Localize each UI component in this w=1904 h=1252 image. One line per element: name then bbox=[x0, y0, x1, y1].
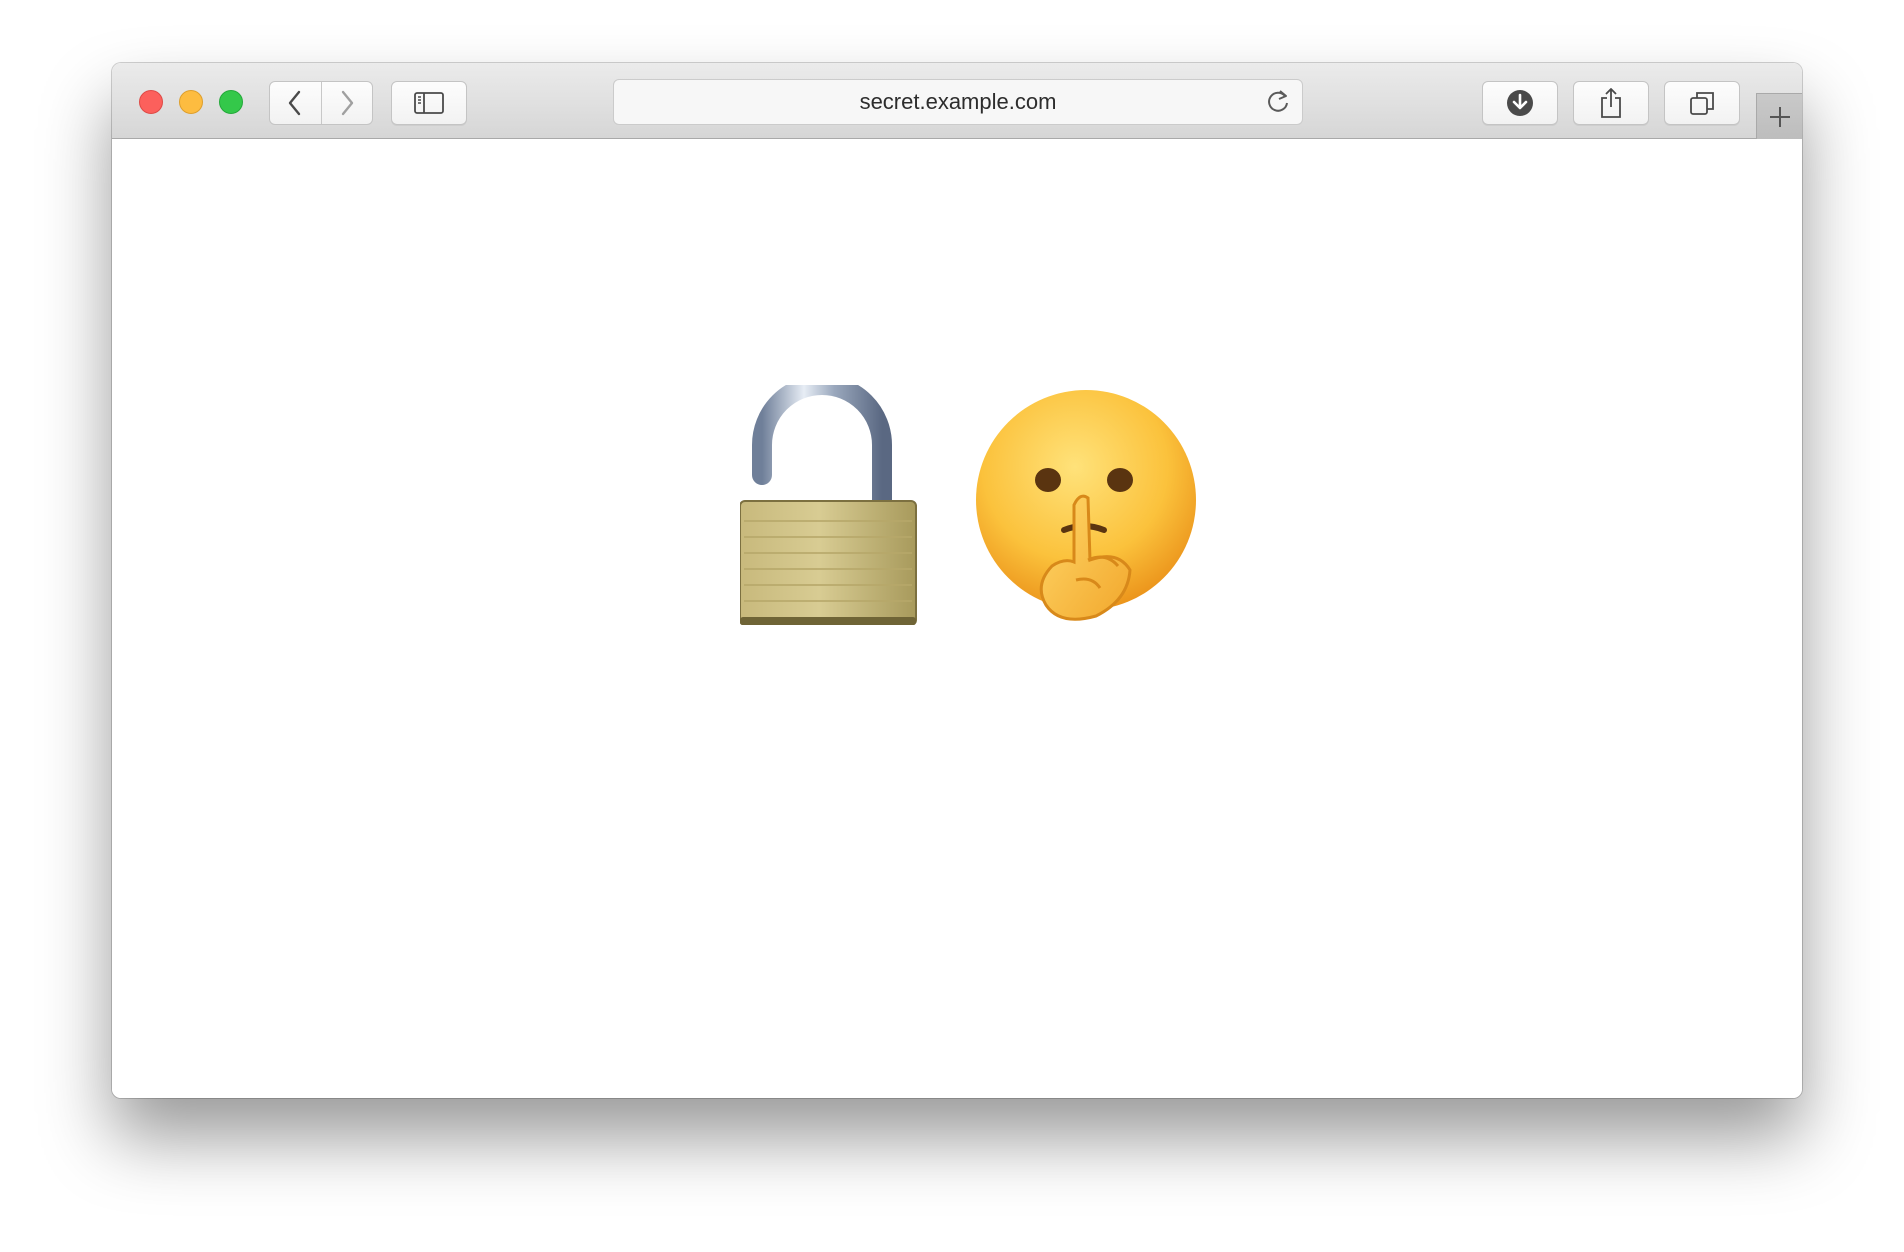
download-icon bbox=[1507, 90, 1533, 116]
browser-toolbar: secret.example.com bbox=[112, 63, 1802, 139]
share-icon bbox=[1601, 88, 1621, 118]
browser-window: secret.example.com bbox=[112, 63, 1802, 1098]
close-window-button[interactable] bbox=[139, 90, 163, 114]
new-tab-button[interactable] bbox=[1756, 93, 1802, 139]
sidebar-button[interactable] bbox=[391, 81, 467, 125]
navigation-buttons bbox=[269, 81, 373, 125]
reload-icon[interactable] bbox=[1264, 88, 1292, 116]
tab-overview-button[interactable] bbox=[1664, 81, 1740, 125]
tab-overview-icon bbox=[1690, 92, 1714, 115]
forward-button[interactable] bbox=[322, 82, 373, 124]
plus-icon bbox=[1769, 106, 1790, 127]
zoom-window-button[interactable] bbox=[219, 90, 243, 114]
address-bar[interactable]: secret.example.com bbox=[613, 79, 1303, 125]
sidebar-icon bbox=[414, 92, 444, 114]
address-url[interactable]: secret.example.com bbox=[614, 80, 1302, 124]
back-button[interactable] bbox=[270, 82, 322, 124]
shushing-face-icon bbox=[976, 390, 1196, 621]
share-button[interactable] bbox=[1573, 81, 1649, 125]
minimize-window-button[interactable] bbox=[179, 90, 203, 114]
page-content bbox=[112, 140, 1802, 1098]
downloads-button[interactable] bbox=[1482, 81, 1558, 125]
chevron-left-icon bbox=[289, 90, 301, 116]
chevron-right-icon bbox=[341, 90, 353, 116]
